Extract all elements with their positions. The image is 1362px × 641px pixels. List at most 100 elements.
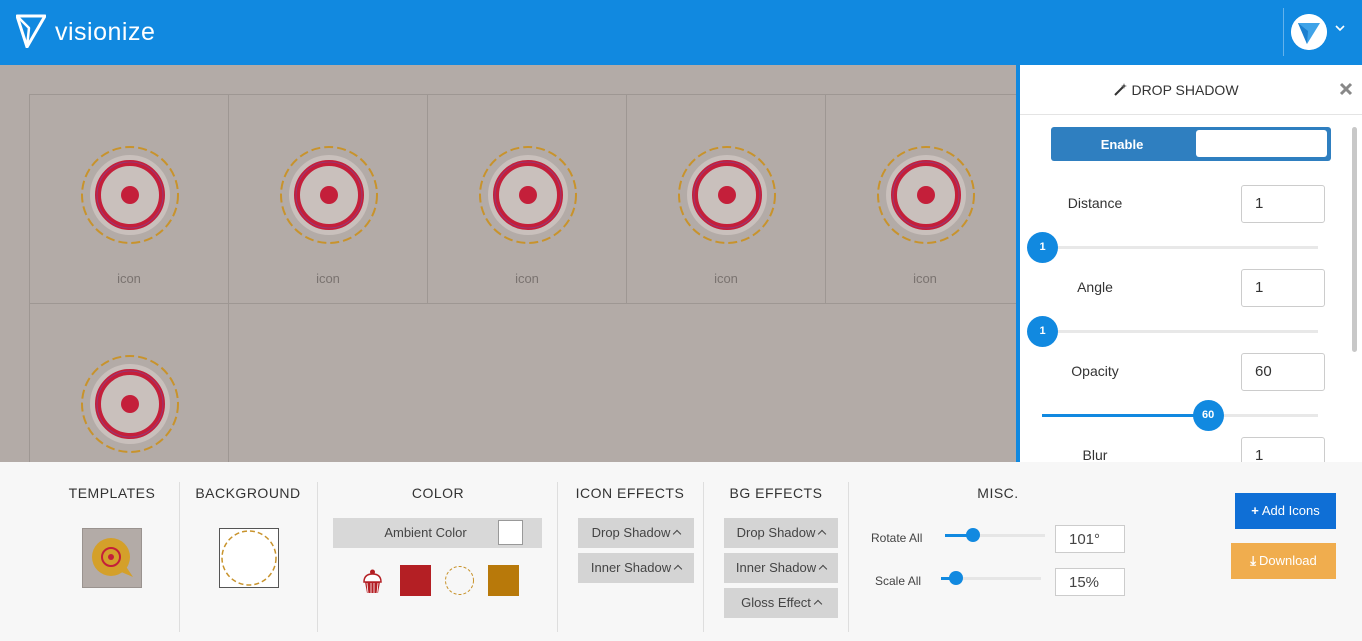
background-section: BACKGROUND: [188, 482, 308, 632]
icon-cell[interactable]: [29, 303, 229, 462]
opacity-slider[interactable]: 60: [1042, 400, 1318, 431]
opacity-slider-knob[interactable]: 60: [1192, 400, 1224, 431]
misc-title: MISC.: [977, 485, 1019, 501]
chevron-down-icon[interactable]: [1334, 22, 1346, 34]
close-icon[interactable]: [1338, 81, 1354, 97]
icon-cell[interactable]: icon: [29, 94, 229, 304]
blur-label: Blur: [1082, 447, 1108, 462]
bg-inner-shadow-button[interactable]: Inner Shadow: [724, 553, 838, 583]
icon-label: icon: [316, 271, 340, 286]
brand-name: visionize: [55, 18, 156, 46]
panel-title: DROP SHADOW: [1020, 82, 1332, 98]
distance-label: Distance: [1067, 195, 1123, 211]
icon-cell[interactable]: icon: [427, 94, 627, 304]
icon-label: icon: [117, 271, 141, 286]
ambient-color-swatch[interactable]: [498, 520, 523, 545]
icon-label: icon: [515, 271, 539, 286]
red-color-swatch[interactable]: [400, 565, 431, 596]
chip-label: Drop Shadow: [591, 525, 671, 540]
scale-all-input[interactable]: 15%: [1055, 568, 1125, 596]
drop-shadow-panel: DROP SHADOW Enable Distance 1 1 Angle 1 …: [1016, 65, 1362, 462]
rotate-slider-knob[interactable]: [966, 528, 980, 542]
target-icon: [877, 146, 975, 244]
panel-header: DROP SHADOW: [1020, 65, 1362, 115]
icon-label: icon: [714, 271, 738, 286]
enable-label: Enable: [1100, 137, 1144, 152]
background-thumbnail[interactable]: [219, 528, 279, 588]
target-icon: [81, 355, 179, 453]
icon-drop-shadow-button[interactable]: Drop Shadow: [578, 518, 694, 548]
angle-slider[interactable]: 1: [1027, 316, 1318, 347]
chevron-up-icon: [673, 529, 682, 539]
section-divider: [848, 482, 849, 632]
icon-effects-title: ICON EFFECTS: [575, 485, 685, 501]
distance-slider-knob[interactable]: 1: [1027, 232, 1058, 263]
rotate-all-slider[interactable]: [945, 528, 1045, 542]
section-divider: [557, 482, 558, 632]
download-button[interactable]: ⤓ Download: [1231, 543, 1336, 579]
template-thumbnail[interactable]: [82, 528, 142, 588]
icon-inner-shadow-button[interactable]: Inner Shadow: [578, 553, 694, 583]
chevron-up-icon: [813, 599, 823, 609]
chip-label: Drop Shadow: [736, 525, 816, 540]
toggle-off-side[interactable]: [1196, 130, 1327, 157]
dashed-circle-swatch[interactable]: [444, 565, 475, 596]
templates-title: TEMPLATES: [68, 485, 156, 501]
distance-slider[interactable]: 1: [1027, 232, 1318, 263]
icon-label: icon: [913, 271, 937, 286]
scale-all-slider[interactable]: [941, 571, 1041, 585]
app-header: visionize: [0, 0, 1362, 65]
chevron-up-icon: [818, 529, 827, 539]
angle-input[interactable]: 1: [1241, 269, 1325, 307]
templates-section: TEMPLATES: [52, 482, 172, 632]
angle-slider-knob[interactable]: 1: [1027, 316, 1058, 347]
scale-all-label: Scale All: [875, 574, 922, 588]
target-icon: [81, 146, 179, 244]
icon-cell[interactable]: icon: [626, 94, 826, 304]
panel-scrollbar[interactable]: [1352, 127, 1357, 352]
icon-cell[interactable]: icon: [825, 94, 1016, 304]
bg-effects-title: BG EFFECTS: [729, 485, 823, 501]
rotate-all-input[interactable]: 101°: [1055, 525, 1125, 553]
opacity-input[interactable]: 60: [1241, 353, 1325, 391]
header-divider: [1283, 8, 1284, 56]
magic-wand-icon: [1114, 83, 1128, 96]
add-icons-button[interactable]: + Add Icons: [1235, 493, 1336, 529]
visionize-logo-icon[interactable]: [16, 14, 46, 48]
blur-input[interactable]: 1: [1241, 437, 1325, 462]
enable-toggle[interactable]: Enable: [1051, 127, 1331, 161]
bg-drop-shadow-button[interactable]: Drop Shadow: [724, 518, 838, 548]
dashed-circle-icon: [221, 530, 277, 586]
icon-cell[interactable]: icon: [228, 94, 428, 304]
target-icon: [678, 146, 776, 244]
scale-slider-knob[interactable]: [949, 571, 963, 585]
icon-canvas: icon icon icon icon icon: [0, 65, 1016, 462]
gold-color-swatch[interactable]: [488, 565, 519, 596]
add-icons-label: Add Icons: [1261, 503, 1320, 518]
ambient-color-label: Ambient Color: [384, 525, 467, 540]
section-divider: [703, 482, 704, 632]
angle-label: Angle: [1077, 279, 1113, 295]
background-title: BACKGROUND: [195, 485, 301, 501]
color-title: COLOR: [411, 485, 465, 501]
download-label: Download: [1258, 553, 1317, 568]
chip-label: Inner Shadow: [590, 560, 672, 575]
chevron-up-icon: [673, 564, 683, 574]
download-icon: ⤓: [1250, 553, 1256, 568]
target-icon: [479, 146, 577, 244]
bg-gloss-effect-button[interactable]: Gloss Effect: [724, 588, 838, 618]
cupcake-icon[interactable]: [357, 565, 388, 596]
user-avatar[interactable]: [1291, 14, 1327, 50]
target-icon: [280, 146, 378, 244]
chip-label: Inner Shadow: [735, 560, 817, 575]
plus-icon: +: [1251, 503, 1259, 518]
chip-label: Gloss Effect: [741, 595, 811, 610]
ambient-color-picker[interactable]: Ambient Color: [333, 518, 542, 548]
opacity-slider-fill: [1042, 414, 1208, 417]
chevron-up-icon: [818, 564, 828, 574]
panel-title-text: DROP SHADOW: [1131, 82, 1239, 98]
opacity-label: Opacity: [1071, 363, 1119, 379]
color-section: COLOR: [318, 482, 558, 632]
distance-input[interactable]: 1: [1241, 185, 1325, 223]
chat-bubble-icon: [92, 538, 133, 577]
